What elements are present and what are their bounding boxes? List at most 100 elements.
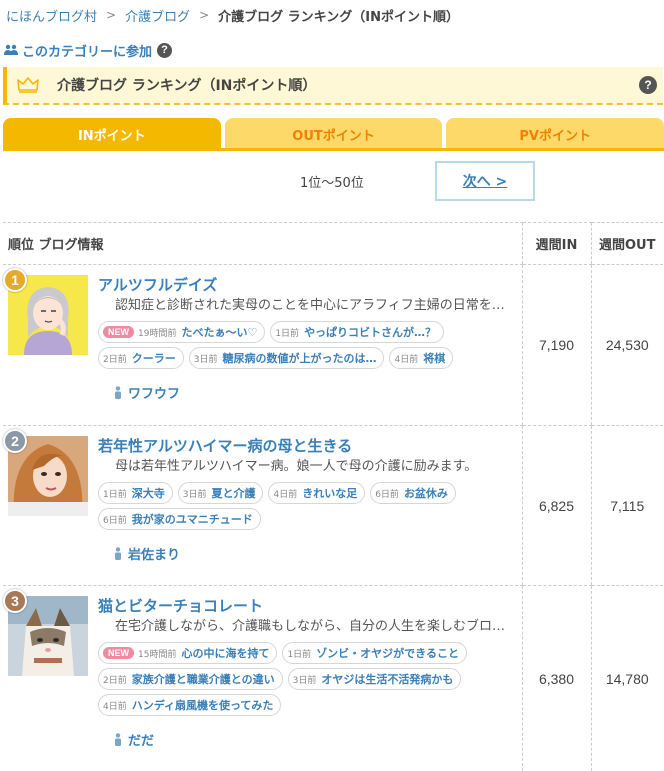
rank-medal: 1 — [3, 268, 27, 292]
post-title: 我が家のユマニチュード — [131, 513, 253, 526]
tab-pv-points[interactable]: PVポイント — [446, 118, 664, 150]
post-tag[interactable]: 2日前 クーラー — [98, 347, 184, 369]
post-time: 1日前 — [103, 489, 127, 500]
question-icon[interactable]: ? — [157, 42, 173, 58]
post-title: オヤジは生活不活発病かも — [321, 673, 454, 686]
post-title: 将棋 — [423, 352, 446, 365]
header-weekly-out[interactable]: 週間OUT — [590, 222, 663, 265]
post-time: 4日前 — [103, 701, 127, 712]
recent-posts: NEW 15時間前 心の中に海を持て 1日前 ゾンビ・オヤジができること 2日前 家族介… — [98, 642, 518, 716]
breadcrumb-home-link[interactable]: にほんブログ村 — [6, 6, 97, 25]
post-tag[interactable]: 3日前 夏と介護 — [177, 482, 264, 504]
post-title: 糖尿病の数値が上がったのは… — [222, 352, 377, 365]
person-icon — [115, 385, 121, 399]
tabs-underline — [3, 148, 664, 151]
post-time: 1日前 — [287, 649, 312, 660]
breadcrumb: にほんブログ村 > 介護ブログ > 介護ブログ ランキング（INポイント順） — [6, 4, 459, 26]
post-tag[interactable]: 6日前 我が家のユマニチュード — [98, 508, 261, 530]
weekly-out-value: 14,780 — [590, 585, 663, 771]
post-time: 2日前 — [103, 354, 127, 365]
post-title: ハンディ扇風機を使ってみた — [131, 699, 274, 712]
post-title: 深大寺 — [131, 487, 165, 500]
header-weekly-in[interactable]: 週間IN — [521, 222, 591, 265]
table-row: 2 若年性アルツハイマー病の母と生きる 母は若年性アルツハイマー病。娘一人で母の… — [3, 425, 663, 586]
blog-description: 認知症と診断された実母のことを中心にアラフィフ主婦の日常を綴っています — [115, 298, 510, 313]
ranking-table: 順位 ブログ情報 週間IN 週間OUT 1 アルツフルデイズ 認知症と診断された… — [3, 222, 663, 771]
author-name: だだ — [128, 733, 155, 749]
blog-author[interactable]: ワフウフ — [114, 382, 522, 402]
weekly-in-value: 6,380 — [521, 585, 591, 771]
author-name: ワフウフ — [128, 386, 181, 402]
post-tag[interactable]: NEW 15時間前 心の中に海を持て — [98, 642, 278, 664]
breadcrumb-separator: > — [106, 8, 117, 22]
person-icon — [115, 546, 121, 560]
post-time: 3日前 — [193, 354, 218, 365]
people-icon — [4, 44, 18, 55]
post-title: きれいな足 — [302, 487, 358, 500]
post-tag[interactable]: 4日前 ハンディ扇風機を使ってみた — [98, 694, 282, 716]
post-tag[interactable]: 6日前 お盆休み — [370, 482, 456, 504]
blog-author[interactable]: 岩佐まり — [114, 543, 522, 563]
new-badge: NEW — [103, 326, 134, 338]
ranking-tabs: INポイント OUTポイント PVポイント — [3, 118, 664, 150]
tab-out-points[interactable]: OUTポイント — [224, 118, 443, 150]
post-time: 2日前 — [103, 675, 127, 686]
post-time: 3日前 — [182, 489, 207, 500]
weekly-out-value: 24,530 — [590, 264, 663, 426]
weekly-out-value: 7,115 — [590, 425, 663, 586]
rank-range: 1位～50位 — [300, 176, 364, 191]
post-tag[interactable]: 3日前 オヤジは生活不活発病かも — [287, 668, 462, 690]
join-category-link[interactable]: このカテゴリーに参加 — [22, 41, 152, 60]
rank-medal: 3 — [3, 589, 27, 613]
recent-posts: 1日前 深大寺 3日前 夏と介護 4日前 きれいな足 6日前 お盆休み 6日前 我が家のユ… — [98, 482, 518, 530]
post-title: お盆休み — [403, 487, 448, 500]
breadcrumb-current: 介護ブログ ランキング（INポイント順） — [218, 9, 460, 25]
post-tag[interactable]: 1日前 ゾンビ・オヤジができること — [282, 642, 467, 664]
post-title: 夏と介護 — [211, 487, 256, 500]
ranking-title-bar: 介護ブログ ランキング（INポイント順） ? — [3, 67, 663, 105]
next-page-button[interactable]: 次へ > — [435, 161, 535, 201]
post-time: 15時間前 — [138, 649, 177, 660]
question-icon[interactable]: ? — [639, 76, 657, 94]
post-time: 4日前 — [394, 354, 419, 365]
blog-title-link[interactable]: 若年性アルツハイマー病の母と生きる — [98, 435, 522, 457]
blog-title-link[interactable]: 猫とビターチョコレート — [98, 595, 522, 617]
post-tag[interactable]: 3日前 糖尿病の数値が上がったのは… — [188, 347, 385, 369]
weekly-in-value: 7,190 — [521, 264, 591, 426]
post-title: ゾンビ・オヤジができること — [316, 647, 459, 660]
author-name: 岩佐まり — [128, 547, 181, 563]
blog-author[interactable]: だだ — [114, 729, 522, 749]
header-blog-info: 順位 ブログ情報 — [3, 222, 522, 265]
post-time: 4日前 — [273, 489, 298, 500]
post-tag[interactable]: NEW 19時間前 たべたぁ〜い♡ — [98, 321, 266, 343]
post-tag[interactable]: 4日前 将棋 — [389, 347, 454, 369]
recent-posts: NEW 19時間前 たべたぁ〜い♡ 1日前 やっぱりコビトさんが…？ 2日前 クーラー … — [98, 321, 518, 369]
rank-medal: 2 — [3, 429, 27, 453]
blog-entry: 3 猫とビターチョコレート 在宅介護しながら、介護職もしながら、自分の人生を楽し… — [3, 586, 522, 749]
breadcrumb-category-link[interactable]: 介護ブログ — [125, 6, 190, 25]
post-time: 6日前 — [103, 515, 127, 526]
blog-entry: 1 アルツフルデイズ 認知症と診断された実母のことを中心にアラフィフ主婦の日常を… — [3, 265, 522, 402]
post-tag[interactable]: 2日前 家族介護と職業介護との違い — [98, 668, 283, 690]
join-category[interactable]: このカテゴリーに参加 ? — [4, 40, 173, 60]
person-icon — [115, 732, 121, 746]
post-title: たべたぁ〜い♡ — [181, 326, 258, 339]
blog-description: 在宅介護しながら、介護職もしながら、自分の人生を楽しむブログです — [115, 619, 510, 634]
table-row: 3 猫とビターチョコレート 在宅介護しながら、介護職もしながら、自分の人生を楽し… — [3, 585, 663, 771]
page-title: 介護ブログ ランキング（INポイント順） — [57, 78, 317, 94]
post-tag[interactable]: 4日前 きれいな足 — [268, 482, 366, 504]
crown-icon — [17, 77, 39, 93]
post-tag[interactable]: 1日前 やっぱりコビトさんが…？ — [270, 321, 445, 343]
post-tag[interactable]: 1日前 深大寺 — [98, 482, 173, 504]
post-title: クーラー — [131, 352, 176, 365]
breadcrumb-separator: > — [199, 8, 210, 22]
post-title: 家族介護と職業介護との違い — [131, 673, 275, 686]
post-time: 1日前 — [275, 328, 300, 339]
post-time: 6日前 — [375, 489, 399, 500]
blog-entry: 2 若年性アルツハイマー病の母と生きる 母は若年性アルツハイマー病。娘一人で母の… — [3, 426, 522, 563]
weekly-in-value: 6,825 — [521, 425, 591, 586]
post-title: 心の中に海を持て — [181, 647, 270, 660]
blog-title-link[interactable]: アルツフルデイズ — [98, 274, 522, 296]
tab-in-points[interactable]: INポイント — [3, 118, 221, 150]
blog-description: 母は若年性アルツハイマー病。娘一人で母の介護に励みます。 — [115, 459, 478, 474]
